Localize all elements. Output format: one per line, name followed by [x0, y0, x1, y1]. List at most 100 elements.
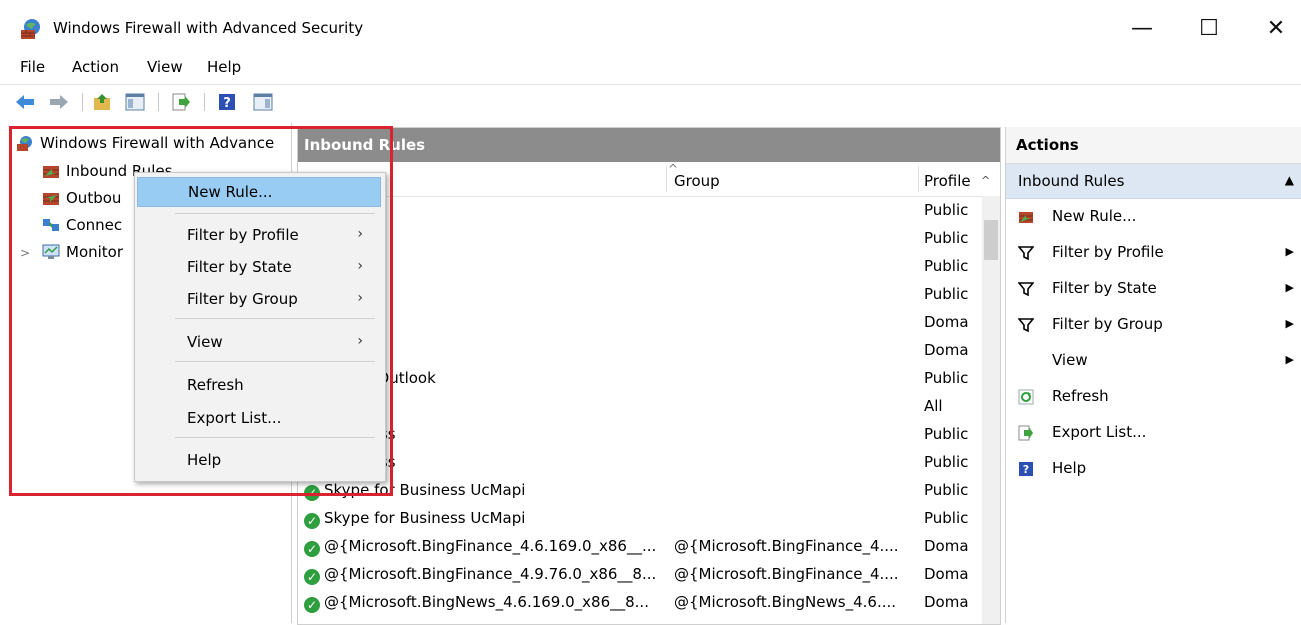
menu-file[interactable]: File	[20, 58, 45, 76]
enabled-check-icon: ✓	[304, 597, 320, 613]
svg-text:?: ?	[223, 96, 231, 111]
submenu-chevron-icon: ›	[357, 290, 363, 306]
context-menu-label: Filter by State	[187, 258, 292, 276]
table-row[interactable]: ✓ Skype for Business UcMapi Public	[298, 477, 978, 505]
context-menu-item[interactable]: New Rule...	[137, 177, 381, 207]
context-menu-item[interactable]: View ›	[137, 328, 381, 358]
context-menu-label: Export List...	[187, 409, 282, 427]
submenu-arrow-icon: ▶	[1285, 245, 1294, 258]
menu-help[interactable]: Help	[207, 58, 241, 76]
back-button[interactable]	[14, 91, 36, 113]
table-row[interactable]: oft Office OutlookPublic	[298, 365, 978, 393]
tree-root[interactable]: Windows Firewall with Advance	[16, 134, 274, 152]
action-item[interactable]: Filter by Group ▶	[1006, 307, 1301, 343]
export-list-button[interactable]	[170, 91, 192, 113]
rule-profile: Doma	[924, 313, 969, 331]
rule-name: ✓ Skype for Business UcMapi	[304, 481, 525, 501]
table-row[interactable]: Doma	[298, 309, 978, 337]
pane-header: Inbound Rules	[298, 128, 1000, 162]
forward-button[interactable]	[48, 91, 70, 113]
table-row[interactable]: ✓ @{Microsoft.BingFinance_4.9.76.0_x86__8…	[298, 561, 978, 589]
toolbar-separator	[82, 93, 83, 111]
tree-item-monitoring[interactable]: Monitor	[42, 243, 123, 261]
table-row[interactable]: Doma	[298, 337, 978, 365]
rule-profile: Doma	[924, 537, 969, 555]
context-menu-item[interactable]: Export List...	[137, 404, 381, 434]
action-item[interactable]: Filter by Profile ▶	[1006, 235, 1301, 271]
show-hide-tree-button[interactable]	[124, 91, 146, 113]
actions-section-inbound-rules[interactable]: Inbound Rules ▲	[1006, 164, 1301, 199]
table-row[interactable]: for BusinessPublic	[298, 421, 978, 449]
action-item[interactable]: Filter by State ▶	[1006, 271, 1301, 307]
action-list: New Rule... Filter by Profile ▶ Filter by S…	[1006, 199, 1301, 487]
rule-profile: Public	[924, 201, 969, 219]
help-button[interactable]: ?	[216, 91, 238, 113]
rule-profile: Public	[924, 285, 969, 303]
up-folder-button[interactable]	[92, 91, 114, 113]
rule-name-text: @{Microsoft.BingFinance_4.6.169.0_x86__.…	[324, 537, 657, 555]
export-icon	[172, 93, 190, 111]
rule-profile: Public	[924, 453, 969, 471]
context-menu-item[interactable]: Refresh	[137, 371, 381, 401]
scrollbar-thumb[interactable]	[984, 220, 998, 260]
context-menu-item[interactable]: Filter by State ›	[137, 253, 381, 283]
collapse-triangle-icon[interactable]: ▲	[1285, 173, 1294, 187]
console-tree-icon	[125, 93, 145, 111]
context-menu-label: Help	[187, 451, 222, 469]
action-item[interactable]: ? Help	[1006, 451, 1301, 487]
tree-expand-monitoring[interactable]: >	[20, 246, 30, 260]
column-divider[interactable]	[918, 166, 919, 192]
action-label: Filter by State	[1052, 279, 1157, 297]
back-arrow-icon	[16, 95, 34, 109]
context-menu-label: Filter by Group	[187, 290, 298, 308]
column-divider[interactable]	[666, 166, 667, 192]
maximize-button[interactable]: ☐	[1186, 8, 1232, 48]
action-label: View	[1052, 351, 1088, 369]
rule-group: @{Microsoft.BingFinance_4....	[674, 537, 899, 555]
action-item[interactable]: View ▶	[1006, 343, 1301, 379]
firewall-icon	[17, 136, 32, 151]
folder-up-icon	[94, 94, 110, 110]
rules-list-pane: Inbound Rules ^ Group Profile e.exePubli…	[297, 127, 1001, 625]
show-hide-action-pane-button[interactable]	[252, 91, 274, 113]
column-header-group[interactable]: Group	[674, 172, 720, 190]
menu-action[interactable]: Action	[72, 58, 119, 76]
tree-item-connection-security[interactable]: Connec	[42, 216, 122, 234]
table-row[interactable]: ✓ @{Microsoft.BingNews_4.6.169.0_x86__8..…	[298, 589, 978, 617]
rule-group: @{Microsoft.BingFinance_4....	[674, 565, 899, 583]
minimize-button[interactable]: —	[1119, 8, 1165, 48]
rule-profile: All	[924, 397, 943, 415]
rule-name-text: Skype for Business UcMapi	[324, 481, 526, 499]
table-row[interactable]: e.exePublic	[298, 225, 978, 253]
submenu-arrow-icon: ▶	[1285, 317, 1294, 330]
vertical-scrollbar[interactable]	[982, 196, 1000, 624]
context-menu-item[interactable]: Filter by Profile ›	[137, 221, 381, 251]
table-row[interactable]: Public	[298, 281, 978, 309]
minimize-icon: —	[1131, 15, 1153, 41]
action-label: Export List...	[1052, 423, 1147, 441]
action-item[interactable]: New Rule...	[1006, 199, 1301, 235]
rule-group: @{Microsoft.BingNews_4.6....	[674, 593, 897, 611]
action-item[interactable]: Refresh	[1006, 379, 1301, 415]
action-label: Help	[1052, 459, 1087, 477]
action-item[interactable]: Export List...	[1006, 415, 1301, 451]
close-button[interactable]: ✕	[1253, 8, 1299, 48]
enabled-check-icon: ✓	[304, 569, 320, 585]
tree-item-label: Monitor	[66, 243, 124, 261]
context-menu-item[interactable]: Help	[137, 446, 381, 476]
context-menu-label: Filter by Profile	[187, 226, 299, 244]
context-menu-item[interactable]: Filter by Group ›	[137, 285, 381, 315]
actions-section-label: Inbound Rules	[1018, 172, 1125, 190]
column-header-profile[interactable]: Profile	[924, 172, 971, 190]
table-row[interactable]: ✓ Skype for Business UcMapi Public	[298, 505, 978, 533]
forward-arrow-icon	[50, 95, 68, 109]
table-row[interactable]: All	[298, 393, 978, 421]
tree-item-outbound-rules[interactable]: Outbou	[42, 189, 121, 207]
scroll-up-icon[interactable]: ^	[981, 174, 990, 187]
table-row[interactable]: for BusinessPublic	[298, 449, 978, 477]
menu-separator	[175, 318, 375, 319]
menu-view[interactable]: View	[147, 58, 183, 76]
table-row[interactable]: ✓ @{Microsoft.BingFinance_4.6.169.0_x86__…	[298, 533, 978, 561]
table-row[interactable]: e.exePublic	[298, 197, 978, 225]
table-row[interactable]: Public	[298, 253, 978, 281]
